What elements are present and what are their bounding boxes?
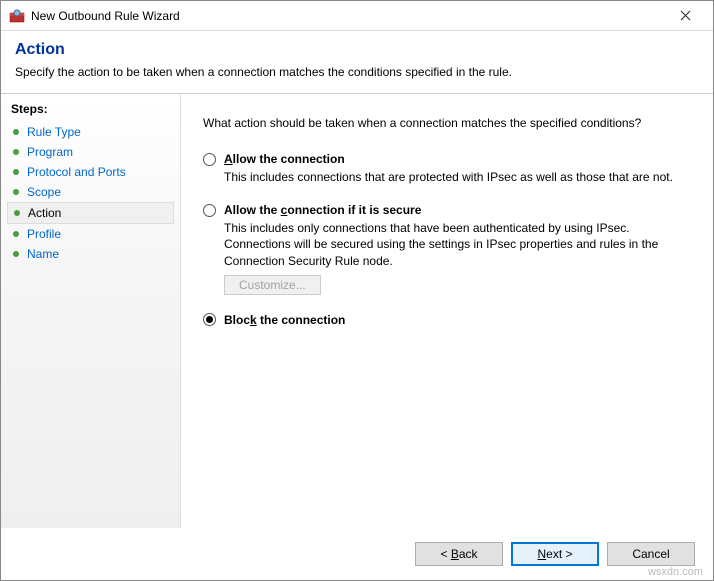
step-item-program[interactable]: Program xyxy=(7,142,180,162)
label-allow-secure: Allow the connection if it is secure xyxy=(224,203,421,217)
desc-allow: This includes connections that are prote… xyxy=(224,169,674,185)
radio-block[interactable] xyxy=(203,313,216,326)
bullet-icon xyxy=(13,189,19,195)
wizard-window: New Outbound Rule Wizard Action Specify … xyxy=(0,0,714,581)
step-item-action[interactable]: Action xyxy=(7,202,174,224)
step-label: Program xyxy=(27,145,73,159)
step-label: Profile xyxy=(27,227,61,241)
label-allow: Allow the connection xyxy=(224,152,345,166)
bullet-icon xyxy=(13,149,19,155)
watermark: wsxdn.com xyxy=(648,566,703,578)
step-item-protocol-and-ports[interactable]: Protocol and Ports xyxy=(7,162,180,182)
option-allow: Allow the connection This includes conne… xyxy=(203,152,691,185)
desc-allow-secure: This includes only connections that have… xyxy=(224,220,674,269)
content-panel: What action should be taken when a conne… xyxy=(181,94,713,528)
firewall-icon xyxy=(9,8,25,24)
step-label: Rule Type xyxy=(27,125,81,139)
close-button[interactable] xyxy=(665,2,705,30)
back-button[interactable]: < Back xyxy=(415,542,503,566)
step-label: Action xyxy=(28,206,61,220)
option-allow-secure: Allow the connection if it is secure Thi… xyxy=(203,203,691,295)
radio-allow-secure[interactable] xyxy=(203,204,216,217)
customize-button: Customize... xyxy=(224,275,321,295)
action-prompt: What action should be taken when a conne… xyxy=(203,116,691,130)
cancel-button[interactable]: Cancel xyxy=(607,542,695,566)
wizard-body: Steps: Rule Type Program Protocol and Port… xyxy=(1,93,713,528)
bullet-icon xyxy=(13,169,19,175)
option-block: Block the connection xyxy=(203,313,691,327)
step-item-rule-type[interactable]: Rule Type xyxy=(7,122,180,142)
label-block: Block the connection xyxy=(224,313,345,327)
step-label: Protocol and Ports xyxy=(27,165,126,179)
page-title: Action xyxy=(15,41,699,59)
wizard-header: Action Specify the action to be taken wh… xyxy=(1,31,713,93)
bullet-icon xyxy=(13,231,19,237)
step-item-profile[interactable]: Profile xyxy=(7,224,180,244)
bullet-icon xyxy=(13,251,19,257)
steps-panel: Steps: Rule Type Program Protocol and Port… xyxy=(1,94,181,528)
window-title: New Outbound Rule Wizard xyxy=(31,9,665,23)
step-label: Scope xyxy=(27,185,61,199)
bullet-icon xyxy=(13,129,19,135)
radio-allow[interactable] xyxy=(203,153,216,166)
step-label: Name xyxy=(27,247,59,261)
steps-label: Steps: xyxy=(7,100,180,122)
titlebar: New Outbound Rule Wizard xyxy=(1,1,713,31)
wizard-footer: < Back Next > Cancel xyxy=(1,528,713,580)
page-subtitle: Specify the action to be taken when a co… xyxy=(15,65,699,79)
step-item-name[interactable]: Name xyxy=(7,244,180,264)
next-button[interactable]: Next > xyxy=(511,542,599,566)
step-item-scope[interactable]: Scope xyxy=(7,182,180,202)
bullet-icon xyxy=(14,210,20,216)
